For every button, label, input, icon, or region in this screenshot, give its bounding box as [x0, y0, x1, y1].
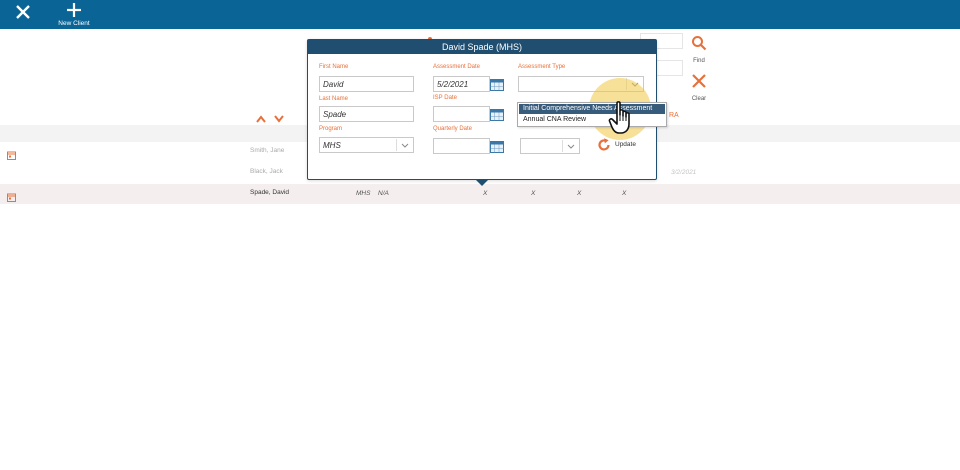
new-client-button[interactable]: New Client	[54, 2, 94, 28]
dropdown-option[interactable]: Initial Comprehensive Needs Assessment	[519, 104, 665, 114]
table-row[interactable]: Spade, David MHS N/A X X X X	[0, 184, 960, 204]
row-x-cell: X	[577, 190, 582, 197]
quarterly-date-label: Quarterly Date	[433, 126, 473, 132]
calendar-icon[interactable]	[490, 108, 504, 121]
isp-date-field[interactable]	[433, 106, 490, 122]
assessment-type-label: Assessment Type	[518, 64, 566, 70]
column-header-ra: RA	[669, 112, 679, 119]
clear-label: Clear	[691, 96, 707, 102]
assessment-date-label: Assessment Date	[433, 64, 481, 70]
secondary-select[interactable]	[520, 138, 580, 154]
isp-date-label: ISP Date	[433, 95, 457, 101]
program-value: MHS	[323, 141, 341, 150]
chevron-down-icon[interactable]	[562, 140, 578, 152]
assessment-date-field[interactable]: 5/2/2021	[433, 76, 490, 92]
sort-arrows	[256, 110, 290, 123]
last-name-label: Last Name	[319, 96, 349, 102]
client-name[interactable]: Black, Jack	[250, 168, 283, 175]
clear-x-icon	[692, 74, 706, 88]
client-name[interactable]: Smith, Jane	[250, 147, 284, 154]
top-bar: New Client	[0, 0, 960, 29]
find-button[interactable]: Find	[684, 35, 714, 64]
row-x-cell: X	[622, 190, 627, 197]
clear-button[interactable]: Clear	[684, 73, 714, 102]
first-name-field[interactable]: David	[319, 76, 414, 92]
plus-icon	[67, 3, 81, 17]
calendar-icon[interactable]	[490, 140, 504, 153]
row-date-cell: 3/2/2021	[671, 169, 697, 176]
row-x-cell: X	[531, 190, 536, 197]
dropdown-option[interactable]: Annual CNA Review	[519, 115, 665, 125]
hand-pointer-cursor-icon	[608, 100, 640, 136]
calendar-icon[interactable]	[490, 78, 504, 91]
row-program-cell: MHS	[356, 190, 371, 197]
page: New Client Find Clear RA Smith, Jane Bla…	[0, 0, 960, 470]
close-icon[interactable]	[14, 3, 34, 23]
popup-title: David Spade (MHS)	[308, 40, 656, 54]
assessment-type-dropdown[interactable]: Initial Comprehensive Needs Assessment A…	[517, 102, 667, 127]
update-label: Update	[615, 141, 636, 148]
last-name-field[interactable]: Spade	[319, 106, 414, 122]
find-label: Find	[693, 58, 705, 64]
chevron-down-icon[interactable]	[396, 139, 412, 151]
calendar-row-icon[interactable]	[7, 147, 16, 160]
popup-pointer	[475, 179, 489, 186]
row-x-cell: X	[483, 190, 488, 197]
new-client-label: New Client	[58, 20, 90, 27]
search-icon	[692, 36, 707, 51]
first-name-label: First Name	[319, 64, 349, 70]
row-isp-cell: N/A	[378, 190, 389, 197]
refresh-icon	[598, 138, 610, 151]
calendar-row-icon[interactable]	[7, 189, 16, 202]
client-name[interactable]: Spade, David	[250, 189, 289, 196]
quarterly-date-field[interactable]	[433, 138, 490, 154]
program-select[interactable]: MHS	[319, 137, 414, 153]
program-label: Program	[319, 126, 343, 132]
